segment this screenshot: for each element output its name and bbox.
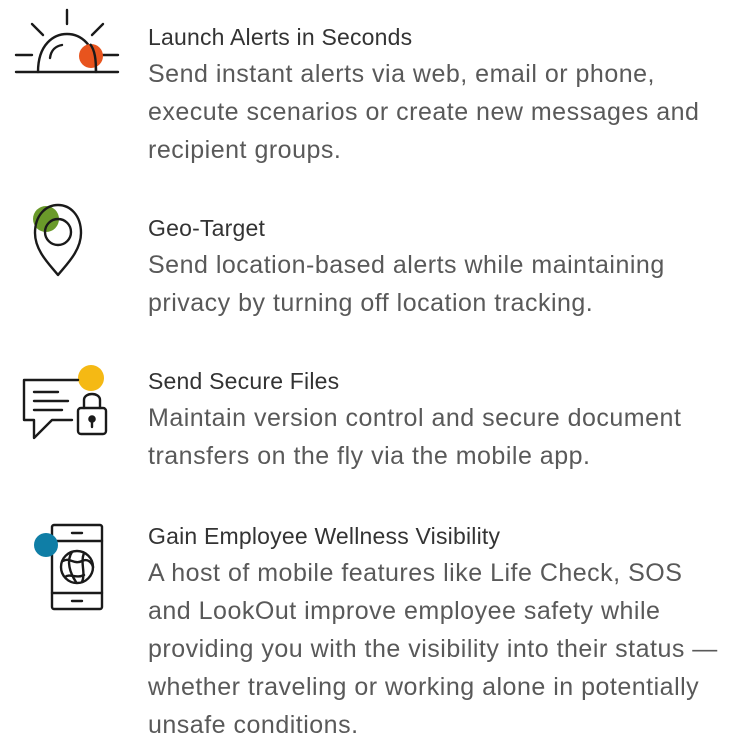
siren-icon <box>10 8 122 112</box>
feature-title: Geo-Target <box>148 215 266 241</box>
feature-description: Maintain version control and secure docu… <box>148 404 682 470</box>
feature-title: Send Secure Files <box>148 368 340 394</box>
feature-title: Gain Employee Wellness Visibility <box>148 523 501 549</box>
secure-message-icon <box>10 365 122 456</box>
feature-description: Send instant alerts via web, email or ph… <box>148 60 700 164</box>
feature-list: Launch Alerts in Seconds Send instant al… <box>0 0 735 744</box>
map-pin-icon <box>10 203 122 303</box>
feature-title: Launch Alerts in Seconds <box>148 24 413 50</box>
feature-description: Send location-based alerts while maintai… <box>148 251 665 317</box>
mobile-globe-icon <box>10 521 122 611</box>
feature-description: A host of mobile features like Life Chec… <box>148 559 718 739</box>
